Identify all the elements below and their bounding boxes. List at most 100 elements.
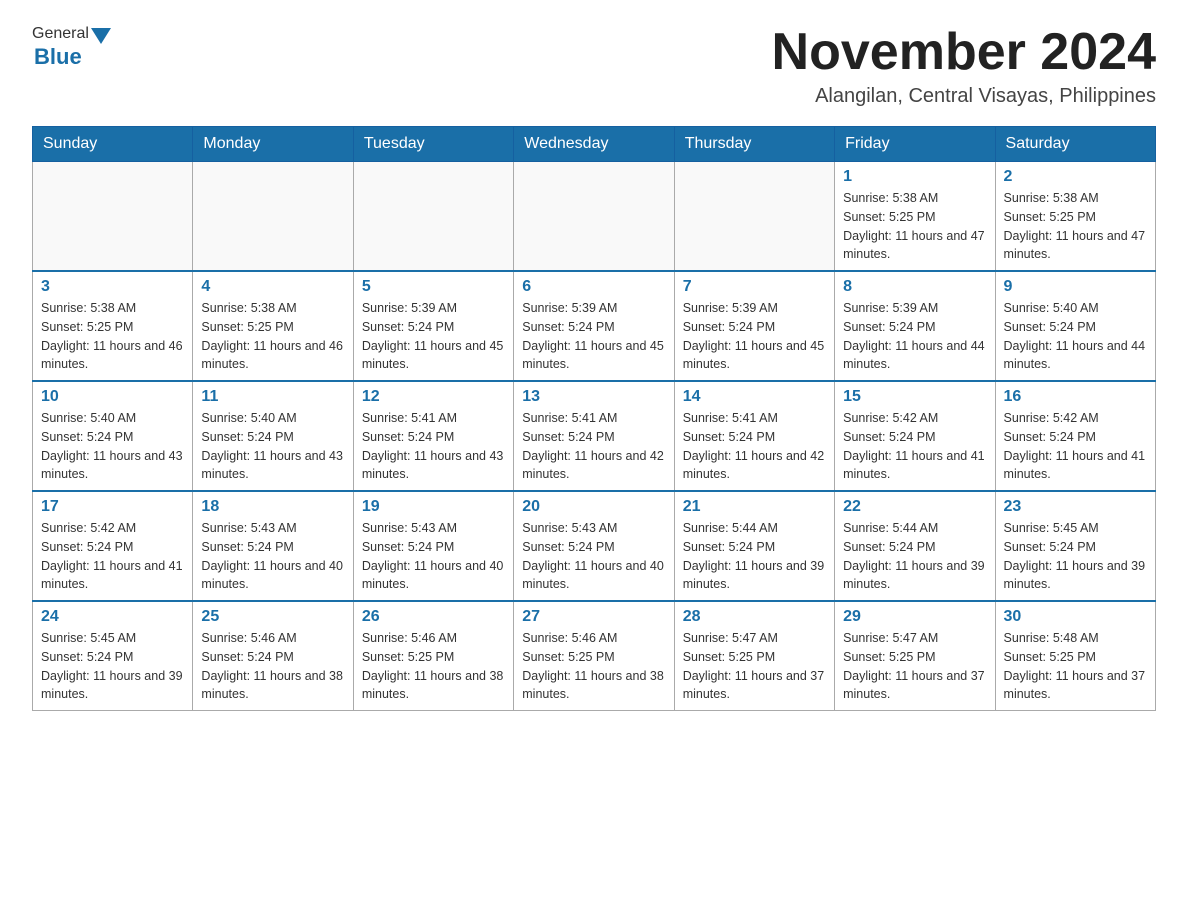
day-info: Sunrise: 5:40 AMSunset: 5:24 PMDaylight:… bbox=[201, 409, 344, 484]
title-area: November 2024 Alangilan, Central Visayas… bbox=[772, 24, 1156, 108]
day-number: 14 bbox=[683, 388, 826, 406]
day-info: Sunrise: 5:40 AMSunset: 5:24 PMDaylight:… bbox=[1004, 299, 1147, 374]
column-header-sunday: Sunday bbox=[33, 127, 193, 162]
calendar-cell: 3 Sunrise: 5:38 AMSunset: 5:25 PMDaylight… bbox=[33, 271, 193, 381]
day-number: 26 bbox=[362, 608, 505, 626]
calendar-cell: 21 Sunrise: 5:44 AMSunset: 5:24 PMDayligh… bbox=[674, 491, 834, 601]
day-info: Sunrise: 5:46 AMSunset: 5:24 PMDaylight:… bbox=[201, 629, 344, 704]
calendar-cell bbox=[33, 162, 193, 272]
logo: General Blue bbox=[32, 24, 111, 70]
calendar-cell: 29Sunrise: 5:47 AMSunset: 5:25 PMDayligh… bbox=[835, 601, 995, 711]
calendar-cell: 26 Sunrise: 5:46 AMSunset: 5:25 PMDayligh… bbox=[353, 601, 513, 711]
logo-general-text: General bbox=[32, 25, 89, 43]
calendar-cell: 27 Sunrise: 5:46 AMSunset: 5:25 PMDayligh… bbox=[514, 601, 674, 711]
day-number: 7 bbox=[683, 278, 826, 296]
day-info: Sunrise: 5:38 AMSunset: 5:25 PMDaylight:… bbox=[843, 189, 986, 264]
day-info: Sunrise: 5:41 AMSunset: 5:24 PMDaylight:… bbox=[362, 409, 505, 484]
day-number: 6 bbox=[522, 278, 665, 296]
day-number: 8 bbox=[843, 278, 986, 296]
column-header-saturday: Saturday bbox=[995, 127, 1155, 162]
day-number: 28 bbox=[683, 608, 826, 626]
calendar-cell: 25Sunrise: 5:46 AMSunset: 5:24 PMDayligh… bbox=[193, 601, 353, 711]
calendar-cell: 9 Sunrise: 5:40 AMSunset: 5:24 PMDaylight… bbox=[995, 271, 1155, 381]
calendar-week-row: 1 Sunrise: 5:38 AMSunset: 5:25 PMDaylight… bbox=[33, 162, 1156, 272]
day-number: 3 bbox=[41, 278, 184, 296]
day-number: 10 bbox=[41, 388, 184, 406]
day-info: Sunrise: 5:42 AMSunset: 5:24 PMDaylight:… bbox=[41, 519, 184, 594]
day-number: 21 bbox=[683, 498, 826, 516]
day-number: 23 bbox=[1004, 498, 1147, 516]
calendar-cell: 5 Sunrise: 5:39 AMSunset: 5:24 PMDaylight… bbox=[353, 271, 513, 381]
calendar-cell: 12 Sunrise: 5:41 AMSunset: 5:24 PMDayligh… bbox=[353, 381, 513, 491]
location-title: Alangilan, Central Visayas, Philippines bbox=[772, 85, 1156, 108]
day-number: 15 bbox=[843, 388, 986, 406]
day-number: 27 bbox=[522, 608, 665, 626]
day-info: Sunrise: 5:43 AMSunset: 5:24 PMDaylight:… bbox=[522, 519, 665, 594]
day-info: Sunrise: 5:44 AMSunset: 5:24 PMDaylight:… bbox=[843, 519, 986, 594]
day-number: 30 bbox=[1004, 608, 1147, 626]
day-info: Sunrise: 5:39 AMSunset: 5:24 PMDaylight:… bbox=[362, 299, 505, 374]
day-number: 12 bbox=[362, 388, 505, 406]
calendar-cell: 13 Sunrise: 5:41 AMSunset: 5:24 PMDayligh… bbox=[514, 381, 674, 491]
day-number: 11 bbox=[201, 388, 344, 406]
day-number: 18 bbox=[201, 498, 344, 516]
calendar-cell: 8 Sunrise: 5:39 AMSunset: 5:24 PMDaylight… bbox=[835, 271, 995, 381]
day-info: Sunrise: 5:41 AMSunset: 5:24 PMDaylight:… bbox=[522, 409, 665, 484]
calendar-cell bbox=[193, 162, 353, 272]
calendar-cell: 20 Sunrise: 5:43 AMSunset: 5:24 PMDayligh… bbox=[514, 491, 674, 601]
day-info: Sunrise: 5:46 AMSunset: 5:25 PMDaylight:… bbox=[522, 629, 665, 704]
calendar-cell: 16Sunrise: 5:42 AMSunset: 5:24 PMDayligh… bbox=[995, 381, 1155, 491]
calendar-week-row: 3 Sunrise: 5:38 AMSunset: 5:25 PMDaylight… bbox=[33, 271, 1156, 381]
calendar-cell: 24 Sunrise: 5:45 AMSunset: 5:24 PMDayligh… bbox=[33, 601, 193, 711]
day-info: Sunrise: 5:38 AMSunset: 5:25 PMDaylight:… bbox=[1004, 189, 1147, 264]
calendar-cell: 28 Sunrise: 5:47 AMSunset: 5:25 PMDayligh… bbox=[674, 601, 834, 711]
day-number: 22 bbox=[843, 498, 986, 516]
day-number: 20 bbox=[522, 498, 665, 516]
calendar-cell bbox=[353, 162, 513, 272]
day-info: Sunrise: 5:40 AMSunset: 5:24 PMDaylight:… bbox=[41, 409, 184, 484]
day-info: Sunrise: 5:38 AMSunset: 5:25 PMDaylight:… bbox=[201, 299, 344, 374]
day-number: 5 bbox=[362, 278, 505, 296]
calendar-cell bbox=[674, 162, 834, 272]
calendar-cell: 14 Sunrise: 5:41 AMSunset: 5:24 PMDayligh… bbox=[674, 381, 834, 491]
calendar-week-row: 17 Sunrise: 5:42 AMSunset: 5:24 PMDayligh… bbox=[33, 491, 1156, 601]
column-header-tuesday: Tuesday bbox=[353, 127, 513, 162]
calendar-cell: 2 Sunrise: 5:38 AMSunset: 5:25 PMDaylight… bbox=[995, 162, 1155, 272]
day-info: Sunrise: 5:39 AMSunset: 5:24 PMDaylight:… bbox=[522, 299, 665, 374]
day-info: Sunrise: 5:45 AMSunset: 5:24 PMDaylight:… bbox=[1004, 519, 1147, 594]
day-info: Sunrise: 5:47 AMSunset: 5:25 PMDaylight:… bbox=[683, 629, 826, 704]
day-info: Sunrise: 5:45 AMSunset: 5:24 PMDaylight:… bbox=[41, 629, 184, 704]
day-number: 1 bbox=[843, 168, 986, 186]
day-info: Sunrise: 5:46 AMSunset: 5:25 PMDaylight:… bbox=[362, 629, 505, 704]
calendar-cell: 22 Sunrise: 5:44 AMSunset: 5:24 PMDayligh… bbox=[835, 491, 995, 601]
calendar-cell: 17 Sunrise: 5:42 AMSunset: 5:24 PMDayligh… bbox=[33, 491, 193, 601]
day-number: 2 bbox=[1004, 168, 1147, 186]
day-number: 19 bbox=[362, 498, 505, 516]
calendar-cell bbox=[514, 162, 674, 272]
calendar-cell: 11 Sunrise: 5:40 AMSunset: 5:24 PMDayligh… bbox=[193, 381, 353, 491]
day-number: 16 bbox=[1004, 388, 1147, 406]
calendar-week-row: 10 Sunrise: 5:40 AMSunset: 5:24 PMDayligh… bbox=[33, 381, 1156, 491]
day-number: 9 bbox=[1004, 278, 1147, 296]
day-info: Sunrise: 5:43 AMSunset: 5:24 PMDaylight:… bbox=[362, 519, 505, 594]
month-title: November 2024 bbox=[772, 24, 1156, 81]
day-info: Sunrise: 5:41 AMSunset: 5:24 PMDaylight:… bbox=[683, 409, 826, 484]
day-info: Sunrise: 5:43 AMSunset: 5:24 PMDaylight:… bbox=[201, 519, 344, 594]
day-info: Sunrise: 5:38 AMSunset: 5:25 PMDaylight:… bbox=[41, 299, 184, 374]
column-header-monday: Monday bbox=[193, 127, 353, 162]
calendar-cell: 19 Sunrise: 5:43 AMSunset: 5:24 PMDayligh… bbox=[353, 491, 513, 601]
day-info: Sunrise: 5:47 AMSunset: 5:25 PMDaylight:… bbox=[843, 629, 986, 704]
day-info: Sunrise: 5:44 AMSunset: 5:24 PMDaylight:… bbox=[683, 519, 826, 594]
day-number: 17 bbox=[41, 498, 184, 516]
logo-blue-text: Blue bbox=[34, 44, 82, 70]
calendar-cell: 6 Sunrise: 5:39 AMSunset: 5:24 PMDaylight… bbox=[514, 271, 674, 381]
day-number: 24 bbox=[41, 608, 184, 626]
page-header: General Blue November 2024 Alangilan, Ce… bbox=[32, 24, 1156, 108]
calendar-cell: 15Sunrise: 5:42 AMSunset: 5:24 PMDayligh… bbox=[835, 381, 995, 491]
day-info: Sunrise: 5:39 AMSunset: 5:24 PMDaylight:… bbox=[843, 299, 986, 374]
calendar-cell: 30Sunrise: 5:48 AMSunset: 5:25 PMDayligh… bbox=[995, 601, 1155, 711]
calendar-cell: 1 Sunrise: 5:38 AMSunset: 5:25 PMDaylight… bbox=[835, 162, 995, 272]
logo-arrow-icon bbox=[91, 28, 111, 44]
calendar-cell: 23 Sunrise: 5:45 AMSunset: 5:24 PMDayligh… bbox=[995, 491, 1155, 601]
day-number: 13 bbox=[522, 388, 665, 406]
